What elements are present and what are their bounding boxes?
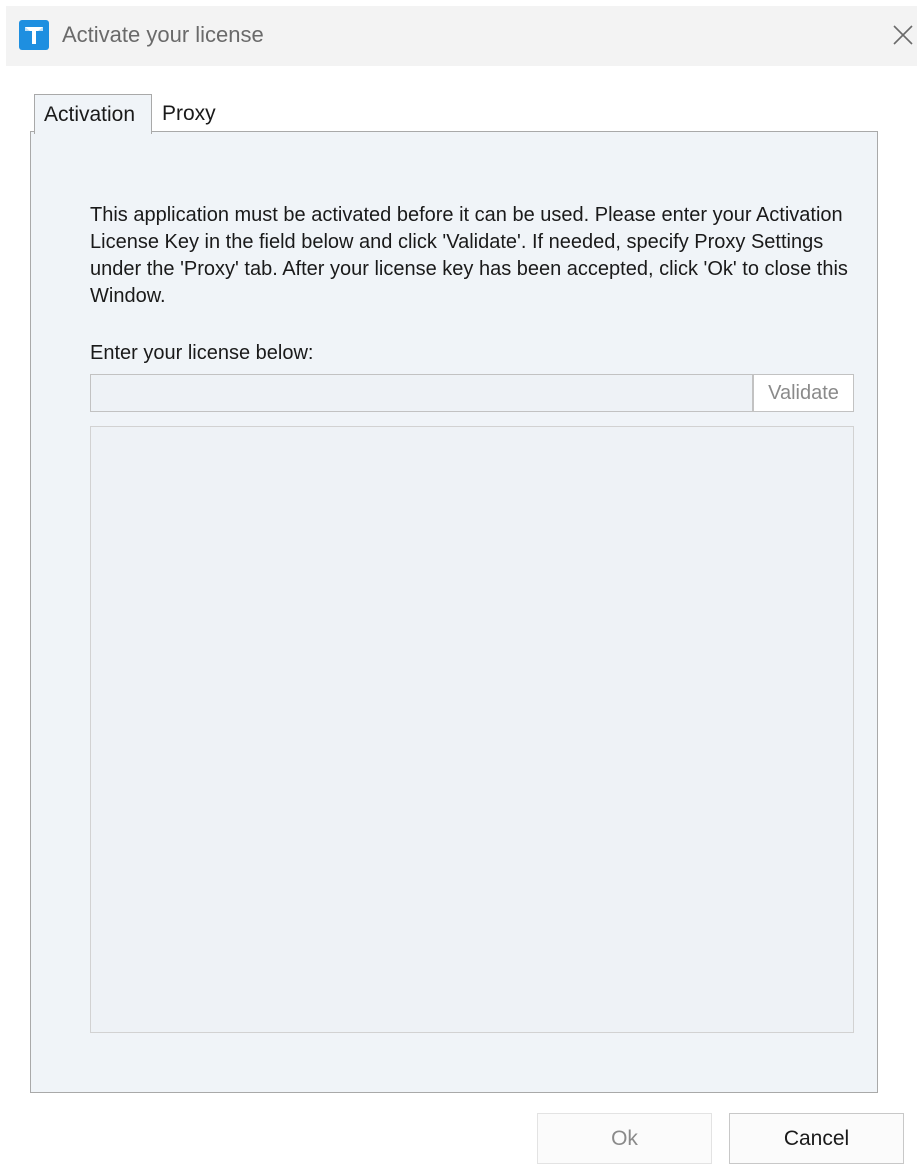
- activation-dialog: Activate your license Activation Proxy T…: [6, 6, 917, 1164]
- license-label: Enter your license below:: [90, 342, 314, 364]
- tab-activation-label: Activation: [44, 103, 136, 126]
- app-logo-icon: [19, 20, 49, 50]
- close-icon[interactable]: [890, 22, 916, 48]
- tab-activation[interactable]: Activation: [34, 94, 152, 134]
- window-title: Activate your license: [62, 22, 264, 47]
- title-bar: Activate your license: [6, 6, 917, 66]
- validation-result-area: [90, 426, 854, 1033]
- ok-button[interactable]: Ok: [537, 1113, 712, 1164]
- tab-proxy[interactable]: Proxy: [152, 98, 234, 132]
- tab-proxy-label: Proxy: [162, 102, 216, 125]
- cancel-button[interactable]: Cancel: [729, 1113, 904, 1164]
- validate-button[interactable]: Validate: [753, 374, 854, 412]
- activation-instructions: This application must be activated befor…: [90, 204, 848, 307]
- license-key-input[interactable]: [90, 374, 753, 412]
